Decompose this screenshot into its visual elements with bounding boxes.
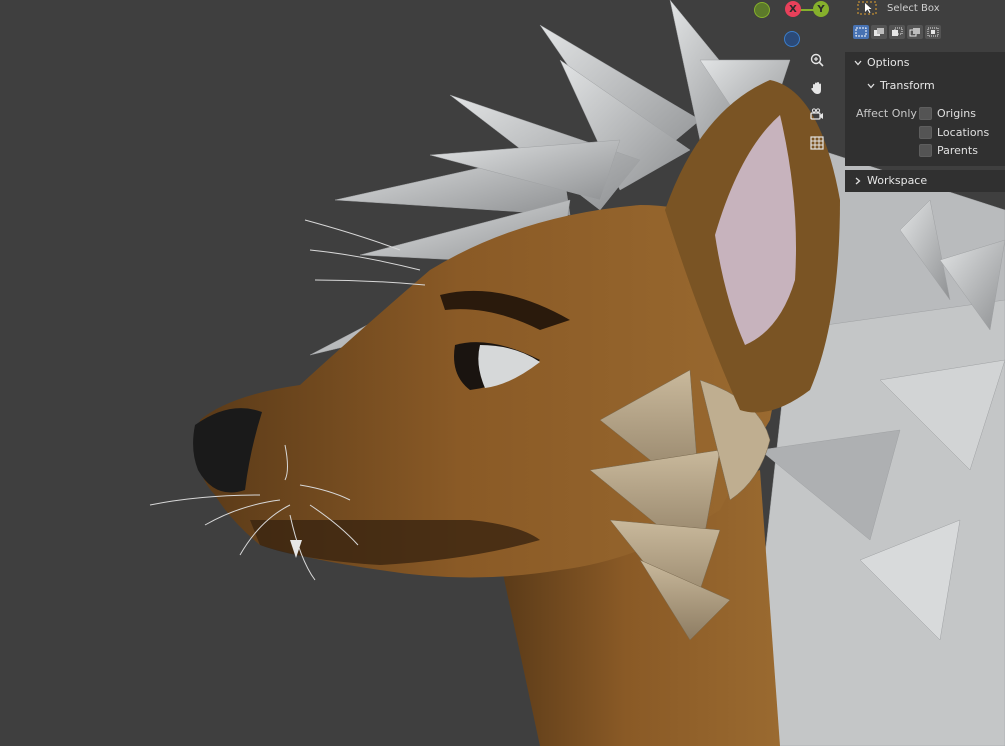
mode-set-icon — [855, 27, 867, 37]
workspace-header[interactable]: Workspace — [853, 174, 927, 187]
mode-extend-button[interactable] — [871, 25, 887, 39]
chevron-down-icon — [854, 60, 862, 65]
locations-checkbox[interactable]: Locations — [919, 126, 989, 139]
tool-settings-panel: Select Box Options Transform Affect Only… — [845, 0, 1005, 192]
mode-set-button[interactable] — [853, 25, 869, 39]
mode-difference-icon — [909, 28, 920, 37]
select-box-label: Select Box — [887, 2, 940, 14]
affect-only-label: Affect Only — [856, 107, 917, 120]
navigation-gizmo[interactable]: X Y — [750, 0, 830, 50]
zoom-button[interactable] — [806, 49, 828, 71]
perspective-grid-icon — [810, 136, 824, 150]
zoom-icon — [810, 53, 824, 67]
chevron-right-icon — [855, 177, 861, 184]
mode-difference-button[interactable] — [907, 25, 923, 39]
mode-intersect-icon — [927, 27, 939, 37]
checkbox-box — [919, 126, 932, 139]
options-title: Options — [867, 56, 910, 69]
locations-label: Locations — [937, 126, 990, 139]
checkbox-box — [919, 107, 932, 120]
origins-checkbox[interactable]: Origins — [919, 107, 976, 120]
pan-hand-icon — [811, 82, 821, 94]
camera-view-button[interactable] — [806, 104, 828, 126]
chevron-down-icon — [867, 83, 875, 88]
axis-x-label: X — [789, 3, 797, 15]
axis-y-negative[interactable] — [754, 2, 770, 18]
mode-subtract-button[interactable] — [889, 25, 905, 39]
camera-view-icon — [810, 108, 823, 120]
perspective-toggle-button[interactable] — [806, 132, 828, 154]
origins-label: Origins — [937, 107, 976, 120]
parents-checkbox[interactable]: Parents — [919, 144, 978, 157]
mode-subtract-icon — [892, 27, 903, 36]
mode-intersect-button[interactable] — [925, 25, 941, 39]
mode-extend-icon — [874, 28, 884, 36]
axis-z-negative[interactable] — [784, 31, 800, 47]
axis-x[interactable]: X — [785, 1, 801, 17]
transform-header[interactable]: Transform — [866, 79, 935, 92]
axis-y[interactable]: Y — [813, 1, 829, 17]
select-box-icon — [857, 1, 877, 15]
workspace-section: Workspace — [845, 170, 1005, 192]
select-box-tool[interactable]: Select Box — [857, 0, 940, 16]
checkbox-box — [919, 144, 932, 157]
transform-title: Transform — [880, 79, 935, 92]
options-section: Options Transform Affect Only Origins Lo… — [845, 52, 1005, 166]
parents-label: Parents — [937, 144, 978, 157]
axis-y-label: Y — [817, 3, 825, 15]
options-header[interactable]: Options — [853, 56, 909, 69]
workspace-title: Workspace — [867, 174, 928, 187]
pan-button[interactable] — [806, 77, 828, 99]
